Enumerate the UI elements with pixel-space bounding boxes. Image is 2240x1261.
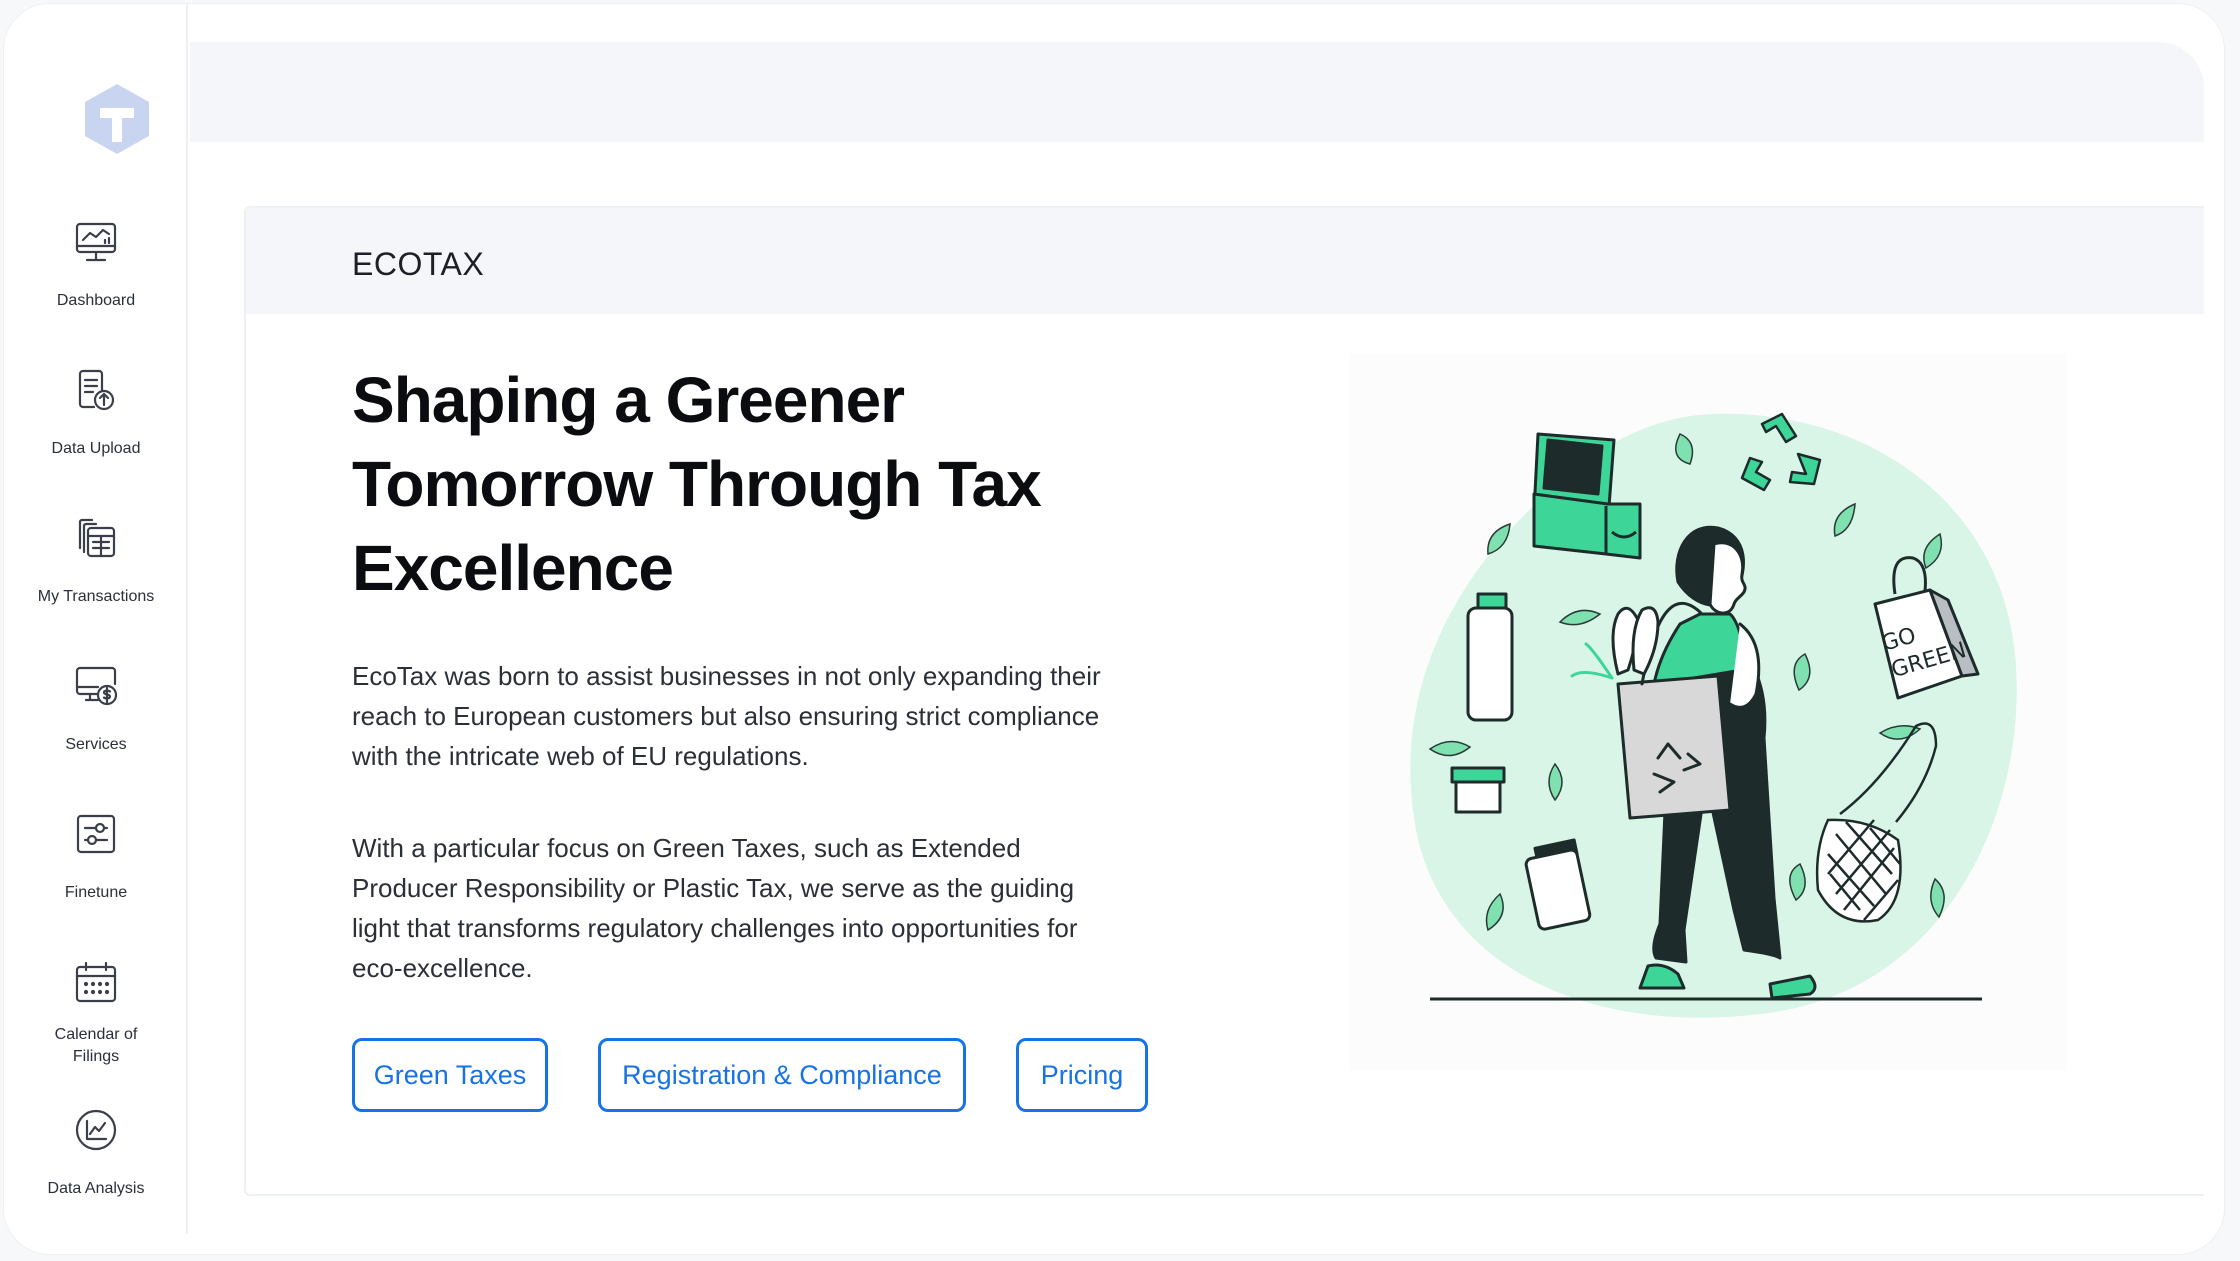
sidebar-item-dashboard[interactable]: Dashboard [4, 218, 188, 312]
headline: Shaping a Greener Tomorrow Through Tax E… [352, 364, 1042, 604]
ecotax-card: ECOTAX Shaping a Greener Tomorrow Throug… [244, 206, 2204, 1196]
sidebar: Dashboard Data Upload My Transactions Se… [4, 4, 188, 1234]
document-upload-icon [78, 369, 115, 411]
eco-woman-illustration: GO GREEN [1350, 354, 2066, 1070]
sidebar-item-calendar-of-filings[interactable]: Calendar of Filings [4, 958, 188, 1068]
sidebar-item-data-upload[interactable]: Data Upload [4, 366, 188, 460]
green-taxes-button[interactable]: Green Taxes [352, 1038, 548, 1112]
top-header [190, 42, 2204, 142]
files-table-icon [78, 518, 116, 558]
sidebar-item-label: My Transactions [37, 588, 155, 605]
sidebar-item-my-transactions[interactable]: My Transactions [4, 514, 188, 608]
sidebar-item-label: Data Upload [51, 440, 141, 457]
sliders-icon [76, 814, 116, 854]
sidebar-item-label-line1: Calendar of [54, 1026, 138, 1043]
card-title: ECOTAX [352, 246, 485, 282]
app-window: Dashboard Data Upload My Transactions Se… [4, 4, 2224, 1254]
sidebar-item-label-line2: Filings [72, 1048, 120, 1065]
calendar-icon [75, 961, 117, 1003]
sidebar-item-finetune[interactable]: Finetune [4, 810, 188, 904]
sidebar-item-label: Services [65, 736, 127, 753]
sidebar-item-label: Data Analysis [47, 1180, 145, 1197]
sidebar-item-services[interactable]: Services [4, 662, 188, 756]
card-header: ECOTAX [246, 208, 2204, 314]
analytics-circle-icon [75, 1109, 117, 1151]
registration-compliance-button[interactable]: Registration & Compliance [598, 1038, 966, 1112]
focus-paragraph: With a particular focus on Green Taxes, … [352, 833, 1078, 983]
intro-paragraph: EcoTax was born to assist businesses in … [352, 661, 1101, 771]
pricing-button[interactable]: Pricing [1016, 1038, 1148, 1112]
monitor-chart-icon [75, 222, 117, 262]
sidebar-item-label: Finetune [64, 884, 128, 901]
app-frame: Dashboard Data Upload My Transactions Se… [0, 0, 2240, 1261]
sidebar-item-data-analysis[interactable]: Data Analysis [4, 1106, 188, 1200]
sidebar-item-label: Dashboard [56, 292, 136, 309]
monitor-dollar-icon [75, 666, 118, 706]
logo-icon [85, 84, 149, 154]
